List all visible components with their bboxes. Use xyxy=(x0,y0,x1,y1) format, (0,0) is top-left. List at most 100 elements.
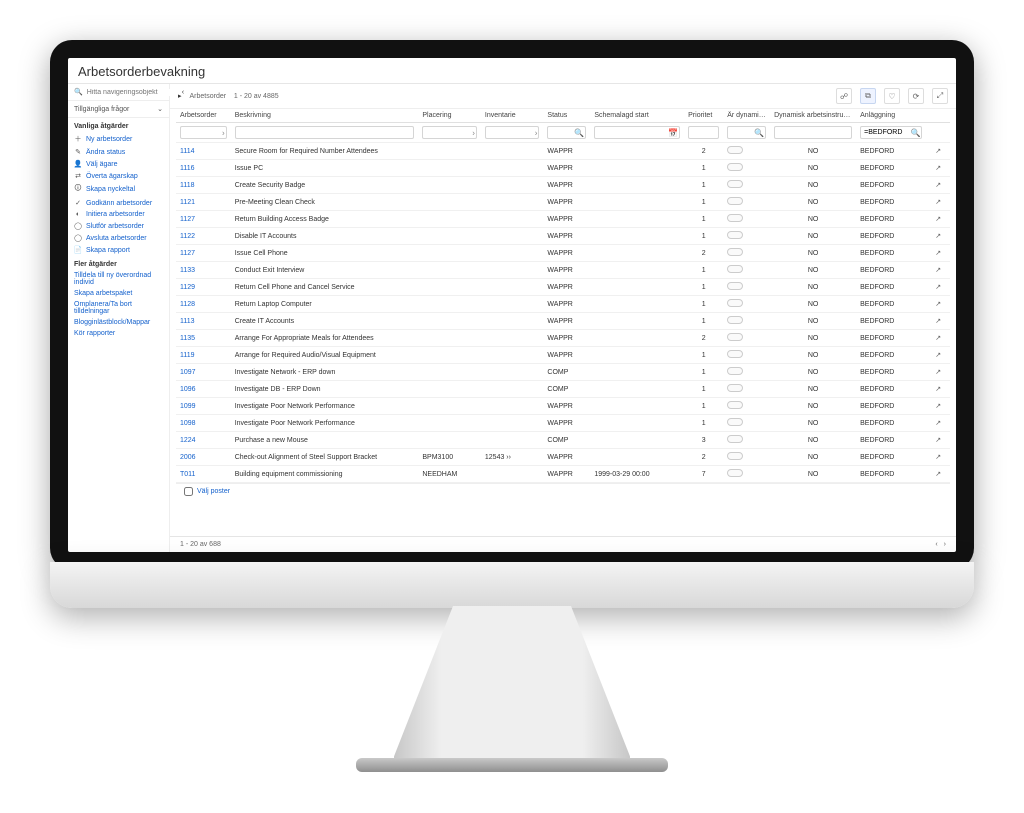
workorder-link[interactable]: 1127 xyxy=(180,250,195,257)
table-row[interactable]: 1129Return Cell Phone and Cancel Service… xyxy=(176,279,950,296)
col-dynamic-instr[interactable]: Dynamisk arbetsinstruktion tillämpad xyxy=(770,109,856,123)
cell-dynamic-toggle[interactable] xyxy=(723,160,770,177)
col-description[interactable]: Beskrivning xyxy=(231,109,419,123)
table-row[interactable]: T011Building equipment commissioningNEED… xyxy=(176,466,950,483)
table-row[interactable]: 1135Arrange For Appropriate Meals for At… xyxy=(176,330,950,347)
table-row[interactable]: 1114Secure Room for Required Number Atte… xyxy=(176,143,950,160)
sidebar-action-1[interactable]: ✎Ändra status xyxy=(68,146,169,158)
table-row[interactable]: 1098Investigate Poor Network Performance… xyxy=(176,415,950,432)
cell-dynamic-toggle[interactable] xyxy=(723,347,770,364)
col-workorder[interactable]: Arbetsorder xyxy=(176,109,231,123)
cell-dynamic-toggle[interactable] xyxy=(723,449,770,466)
table-row[interactable]: 1119Arrange for Required Audio/Visual Eq… xyxy=(176,347,950,364)
cell-dynamic-toggle[interactable] xyxy=(723,245,770,262)
row-open-icon[interactable]: ↗ xyxy=(926,347,950,364)
row-open-icon[interactable]: ↗ xyxy=(926,432,950,449)
row-open-icon[interactable]: ↗ xyxy=(926,398,950,415)
col-schedstart[interactable]: Schemalagd start xyxy=(590,109,684,123)
table-row[interactable]: 1096Investigate DB - ERP DownCOMP1NOBEDF… xyxy=(176,381,950,398)
cell-dynamic-toggle[interactable] xyxy=(723,398,770,415)
sidebar-more-2[interactable]: Omplanera/Ta bort tilldelningar xyxy=(68,299,169,317)
toolbar-button-0[interactable]: ☍ xyxy=(836,88,852,104)
filter-inventory[interactable] xyxy=(485,126,540,139)
workorder-link[interactable]: 1121 xyxy=(180,199,195,206)
row-open-icon[interactable]: ↗ xyxy=(926,228,950,245)
col-status[interactable]: Status xyxy=(543,109,590,123)
filter-dynamic-instr[interactable] xyxy=(774,126,852,139)
cell-dynamic-toggle[interactable] xyxy=(723,296,770,313)
sidebar-more-0[interactable]: Tilldela till ny överordnad individ xyxy=(68,270,169,288)
row-open-icon[interactable]: ↗ xyxy=(926,296,950,313)
sidebar-action-6[interactable]: ◐Initiera arbetsorder xyxy=(68,209,169,220)
col-location[interactable]: Placering xyxy=(418,109,481,123)
table-row[interactable]: 1113Create IT AccountsWAPPR1NOBEDFORD↗ xyxy=(176,313,950,330)
workorder-link[interactable]: 1099 xyxy=(180,403,196,410)
row-open-icon[interactable]: ↗ xyxy=(926,177,950,194)
sidebar-search[interactable]: 🔍 ‹ xyxy=(68,84,169,101)
table-row[interactable]: 1097Investigate Network - ERP downCOMP1N… xyxy=(176,364,950,381)
table-row[interactable]: 1116Issue PCWAPPR1NOBEDFORD↗ xyxy=(176,160,950,177)
search-icon[interactable]: 🔍 xyxy=(911,128,921,137)
search-icon[interactable]: 🔍 xyxy=(754,128,764,137)
cell-dynamic-toggle[interactable] xyxy=(723,262,770,279)
row-open-icon[interactable]: ↗ xyxy=(926,211,950,228)
sidebar-action-7[interactable]: ◯Slutför arbetsorder xyxy=(68,220,169,232)
available-queries-toggle[interactable]: Tillgängliga frågor ⌄ xyxy=(68,101,169,118)
row-open-icon[interactable]: ↗ xyxy=(926,381,950,398)
workorder-link[interactable]: 1116 xyxy=(180,165,195,172)
cell-dynamic-toggle[interactable] xyxy=(723,415,770,432)
col-inventory[interactable]: Inventarie xyxy=(481,109,544,123)
workorder-link[interactable]: 1119 xyxy=(180,352,195,359)
calendar-icon[interactable]: 📅 xyxy=(668,128,678,137)
workorder-link[interactable]: 1127 xyxy=(180,216,195,223)
workorder-link[interactable]: 1114 xyxy=(180,148,195,155)
row-open-icon[interactable]: ↗ xyxy=(926,160,950,177)
toolbar-button-filter[interactable]: ⧉ xyxy=(860,88,876,104)
workorder-link[interactable]: 1129 xyxy=(180,284,195,291)
cell-dynamic-toggle[interactable] xyxy=(723,211,770,228)
workorder-link[interactable]: 2006 xyxy=(180,454,196,461)
sidebar-action-2[interactable]: 👤Välj ägare xyxy=(68,158,169,170)
table-row[interactable]: 1121Pre-Meeting Clean CheckWAPPR1NOBEDFO… xyxy=(176,194,950,211)
col-priority[interactable]: Prioritet xyxy=(684,109,723,123)
cell-dynamic-toggle[interactable] xyxy=(723,432,770,449)
workorder-link[interactable]: T011 xyxy=(180,471,195,478)
col-site[interactable]: Anläggning xyxy=(856,109,926,123)
sidebar-more-1[interactable]: Skapa arbetspaket xyxy=(68,288,169,299)
workorder-link[interactable]: 1122 xyxy=(180,233,195,240)
sidebar-action-5[interactable]: ✓Godkänn arbetsorder xyxy=(68,197,169,209)
sidebar-action-0[interactable]: ＋Ny arbetsorder xyxy=(68,132,169,146)
workorder-link[interactable]: 1113 xyxy=(180,318,195,325)
row-open-icon[interactable]: ↗ xyxy=(926,330,950,347)
cell-dynamic-toggle[interactable] xyxy=(723,228,770,245)
row-open-icon[interactable]: ↗ xyxy=(926,143,950,160)
page-prev[interactable]: ‹ xyxy=(935,541,937,548)
workorder-link[interactable]: 1118 xyxy=(180,182,195,189)
workorder-link[interactable]: 1135 xyxy=(180,335,195,342)
table-row[interactable]: 1224Purchase a new MouseCOMP3NOBEDFORD↗ xyxy=(176,432,950,449)
filter-workorder[interactable] xyxy=(180,126,227,139)
select-all-checkbox[interactable] xyxy=(184,487,193,496)
workorder-link[interactable]: 1096 xyxy=(180,386,196,393)
table-row[interactable]: 1128Return Laptop ComputerWAPPR1NOBEDFOR… xyxy=(176,296,950,313)
table-row[interactable]: 1122Disable IT AccountsWAPPR1NOBEDFORD↗ xyxy=(176,228,950,245)
sidebar-search-input[interactable] xyxy=(87,89,178,96)
sidebar-action-3[interactable]: ⇄Överta ägarskap xyxy=(68,170,169,182)
row-open-icon[interactable]: ↗ xyxy=(926,364,950,381)
table-row[interactable]: 1127Issue Cell PhoneWAPPR2NOBEDFORD↗ xyxy=(176,245,950,262)
cell-dynamic-toggle[interactable] xyxy=(723,381,770,398)
workorder-link[interactable]: 1097 xyxy=(180,369,196,376)
cell-dynamic-toggle[interactable] xyxy=(723,194,770,211)
table-row[interactable]: 1127Return Building Access BadgeWAPPR1NO… xyxy=(176,211,950,228)
sidebar-action-4[interactable]: 🛈Skapa nyckeltal xyxy=(68,182,169,197)
sidebar-action-8[interactable]: ◯Avsluta arbetsorder xyxy=(68,232,169,244)
search-icon[interactable]: 🔍 xyxy=(574,128,584,137)
chevron-right-icon[interactable]: › xyxy=(535,128,538,137)
table-row[interactable]: 2006Check-out Alignment of Steel Support… xyxy=(176,449,950,466)
chevron-right-icon[interactable]: › xyxy=(222,128,225,137)
row-open-icon[interactable]: ↗ xyxy=(926,245,950,262)
row-open-icon[interactable]: ↗ xyxy=(926,279,950,296)
row-open-icon[interactable]: ↗ xyxy=(926,449,950,466)
page-next[interactable]: › xyxy=(944,541,946,548)
row-open-icon[interactable]: ↗ xyxy=(926,313,950,330)
